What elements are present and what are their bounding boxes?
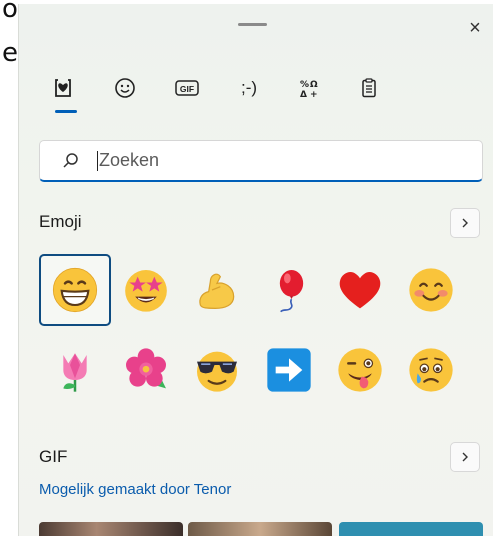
tab-smiley[interactable]	[105, 68, 145, 108]
background-text: e	[2, 38, 18, 68]
svg-text:GIF: GIF	[180, 84, 194, 94]
heart-clipboard-icon	[55, 79, 71, 97]
emoji-grinning-face[interactable]	[39, 254, 111, 326]
tenor-attribution-link[interactable]: Mogelijk gemaakt door Tenor	[39, 481, 231, 498]
hibiscus-icon	[126, 348, 166, 389]
tab-kaomoji[interactable]: ;-)	[229, 68, 269, 108]
tab-emoji[interactable]	[43, 68, 83, 108]
flexed-biceps-icon	[199, 273, 235, 309]
svg-text:Ω: Ω	[310, 80, 318, 90]
right-arrow-icon	[267, 348, 311, 392]
sunglasses-face-icon	[197, 351, 237, 392]
search-icon	[63, 153, 78, 168]
emoji-flexed-biceps[interactable]	[181, 254, 253, 326]
gif-section-title: GIF	[39, 447, 68, 466]
drag-handle[interactable]	[238, 23, 267, 26]
smiling-face-blush-icon	[409, 268, 453, 312]
gif-thumbnail[interactable]	[339, 522, 483, 536]
emoji-section-title: Emoji	[39, 212, 82, 231]
emoji-hibiscus[interactable]	[110, 334, 182, 406]
symbols-icon: % Ω Δ +	[300, 80, 318, 99]
emoji-tulip[interactable]	[39, 334, 111, 406]
svg-text:%: %	[300, 80, 309, 90]
balloon-icon	[279, 270, 304, 313]
chevron-right-icon	[462, 218, 468, 228]
chevron-right-icon	[462, 452, 468, 462]
emoji-winking-tongue-face[interactable]	[324, 334, 396, 406]
emoji-panel: × GIF ;-) % Ω Δ + Zoeken Emoji GIF Mogel…	[18, 4, 493, 536]
search-placeholder: Zoeken	[99, 150, 160, 170]
gif-thumbnail[interactable]	[39, 522, 183, 536]
emoji-smiling-face-blush[interactable]	[395, 254, 467, 326]
grinning-face-icon	[52, 267, 98, 313]
emoji-red-heart[interactable]	[324, 254, 396, 326]
tab-clipboard[interactable]	[349, 68, 389, 108]
gif-thumbnail[interactable]	[188, 522, 332, 536]
background-text: o	[2, 0, 18, 24]
emoji-right-arrow[interactable]	[253, 334, 325, 406]
text-caret	[97, 151, 98, 171]
tab-gif[interactable]: GIF	[167, 68, 207, 108]
search-field[interactable]: Zoeken	[39, 140, 483, 182]
svg-text:+: +	[310, 90, 318, 99]
tab-symbols[interactable]: % Ω Δ +	[289, 68, 329, 108]
close-button[interactable]: ×	[463, 16, 487, 40]
crying-face-icon	[409, 348, 453, 392]
svg-text:Δ: Δ	[300, 90, 307, 99]
smiley-icon	[115, 78, 135, 98]
emoji-crying-face[interactable]	[395, 334, 467, 406]
tulip-icon	[63, 353, 87, 392]
active-tab-indicator	[55, 110, 77, 113]
kaomoji-tab-label: ;-)	[240, 78, 258, 97]
emoji-star-struck[interactable]	[110, 254, 182, 326]
gif-icon: GIF	[175, 80, 199, 96]
winking-tongue-face-icon	[338, 348, 382, 392]
emoji-sunglasses-face[interactable]	[181, 334, 253, 406]
clipboard-icon	[362, 78, 376, 98]
emoji-balloon[interactable]	[253, 254, 325, 326]
red-heart-icon	[339, 272, 381, 309]
star-struck-icon	[125, 270, 167, 312]
emoji-more-button[interactable]	[450, 208, 480, 238]
gif-more-button[interactable]	[450, 442, 480, 472]
